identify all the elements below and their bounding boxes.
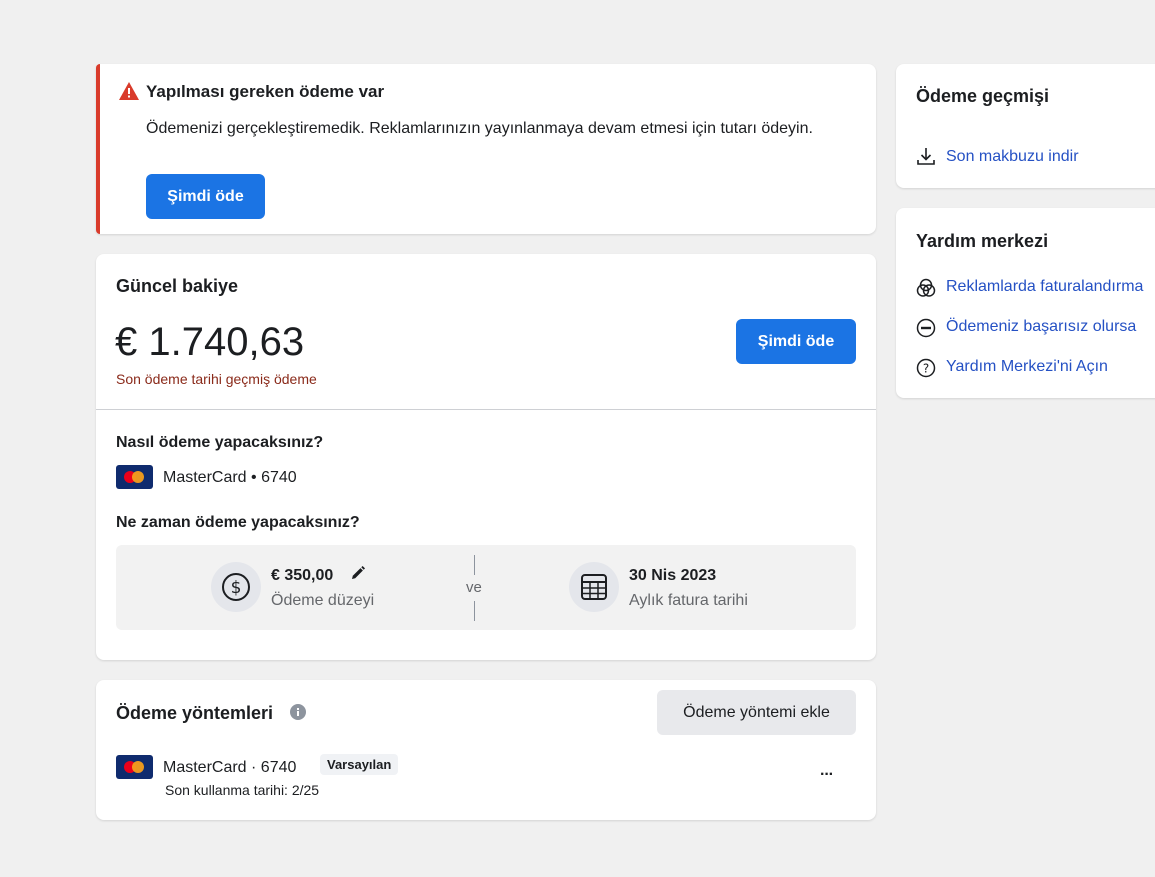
help-link-ad-billing[interactable]: Reklamlarda faturalandırma <box>946 278 1143 296</box>
payment-method-label: MasterCard · 6740 <box>163 759 297 776</box>
more-options-button[interactable]: ··· <box>820 766 834 784</box>
payment-due-alert: Yapılması gereken ödeme var Ödemenizi ge… <box>96 64 876 234</box>
current-balance-card: Güncel bakiye € 1.740,63 Son ödeme tarih… <box>96 254 876 660</box>
mastercard-icon <box>116 755 153 779</box>
calendar-icon-circle <box>569 562 619 612</box>
warning-icon <box>119 82 139 100</box>
default-badge: Varsayılan <box>320 754 399 775</box>
venn-icon <box>916 278 936 297</box>
how-to-pay-title: Nasıl ödeme yapacaksınız? <box>116 434 324 451</box>
balance-title: Güncel bakiye <box>116 276 239 296</box>
billing-date-label: Aylık fatura tarihi <box>629 592 748 609</box>
help-link-open-help-center[interactable]: Yardım Merkezi'ni Açın <box>946 358 1108 376</box>
payment-card-label: MasterCard • 6740 <box>163 469 297 486</box>
alert-message: Ödemenizi gerçekleştiremedik. Reklamları… <box>146 120 813 137</box>
question-circle-icon: ? <box>916 358 936 378</box>
info-icon[interactable] <box>290 704 306 720</box>
balance-amount: € 1.740,63 <box>115 320 305 364</box>
divider <box>96 409 876 410</box>
minus-circle-icon <box>916 318 936 338</box>
separator-line-top <box>474 555 475 575</box>
threshold-label: Ödeme düzeyi <box>271 592 375 609</box>
calendar-icon <box>581 574 607 600</box>
balance-status: Son ödeme tarihi geçmiş ödeme <box>116 371 317 387</box>
mastercard-icon <box>116 465 153 489</box>
payment-methods-title: Ödeme yöntemleri <box>116 703 274 723</box>
billing-date-value: 30 Nis 2023 <box>629 567 717 584</box>
pay-now-button[interactable]: Şimdi öde <box>736 319 856 364</box>
download-last-receipt-link[interactable]: Son makbuzu indir <box>946 148 1079 166</box>
payment-history-title: Ödeme geçmişi <box>916 86 1050 106</box>
expiry-date: Son kullanma tarihi: 2/25 <box>165 782 320 798</box>
dollar-icon: $ <box>222 573 250 601</box>
help-center-title: Yardım merkezi <box>916 231 1049 251</box>
help-link-payment-failed[interactable]: Ödemeniz başarısız olursa <box>946 318 1136 336</box>
payment-history-card: Ödeme geçmişi Son makbuzu indir <box>896 64 1155 188</box>
threshold-icon-circle: $ <box>211 562 261 612</box>
help-center-card: Yardım merkezi Reklamlarda faturalandırm… <box>896 208 1155 398</box>
download-icon <box>917 148 935 165</box>
pay-now-button[interactable]: Şimdi öde <box>146 174 265 219</box>
svg-text:?: ? <box>923 362 929 376</box>
billing-schedule-box: $ € 350,00 Ödeme düzeyi ve 30 Nis 2023 A… <box>116 545 856 630</box>
edit-pencil-icon[interactable] <box>350 565 366 581</box>
payment-methods-card: Ödeme yöntemleri Ödeme yöntemi ekle Mast… <box>96 680 876 820</box>
when-to-pay-title: Ne zaman ödeme yapacaksınız? <box>116 514 360 531</box>
separator-text: ve <box>466 579 482 596</box>
alert-title: Yapılması gereken ödeme var <box>146 82 385 101</box>
add-payment-method-button[interactable]: Ödeme yöntemi ekle <box>657 690 856 735</box>
separator-line-bottom <box>474 601 475 621</box>
threshold-value: € 350,00 <box>271 567 334 584</box>
svg-text:$: $ <box>231 578 242 598</box>
